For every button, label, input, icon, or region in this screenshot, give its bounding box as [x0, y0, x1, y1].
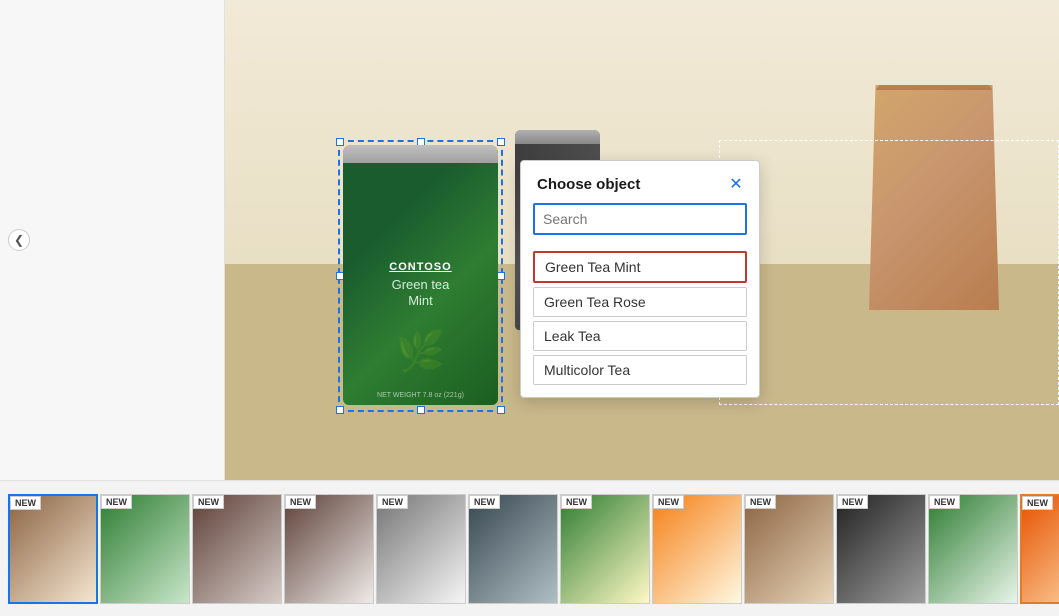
- new-badge-3: NEW: [285, 495, 316, 509]
- dialog-item-list: Green Tea Mint Green Tea Rose Leak Tea Mult…: [521, 243, 759, 397]
- handle-bm[interactable]: [417, 406, 425, 414]
- dialog-search-wrap: [521, 203, 759, 243]
- new-badge-10: NEW: [929, 495, 960, 509]
- new-badge-4: NEW: [377, 495, 408, 509]
- bag-body: [869, 60, 999, 310]
- dialog-title: Choose object: [537, 176, 640, 193]
- thumb-bg-5: [469, 495, 557, 603]
- thumb-bg-0: [10, 496, 96, 602]
- thumb-bg-9: [837, 495, 925, 603]
- dialog-item-2[interactable]: Leak Tea: [533, 321, 747, 351]
- new-badge-6: NEW: [561, 495, 592, 509]
- thumbnail-11[interactable]: NEW: [1020, 494, 1059, 604]
- new-badge-9: NEW: [837, 495, 868, 509]
- handle-br[interactable]: [497, 406, 505, 414]
- thumb-bg-6: [561, 495, 649, 603]
- thumbnail-0[interactable]: NEW: [8, 494, 98, 604]
- nav-arrow-left[interactable]: ❮: [8, 229, 30, 251]
- new-badge-2: NEW: [193, 495, 224, 509]
- can-body: Contoso Green teaMint 🌿 NET WEIGHT 7.8 o…: [343, 145, 498, 405]
- green-tea-can[interactable]: Contoso Green teaMint 🌿 NET WEIGHT 7.8 o…: [343, 145, 498, 405]
- thumb-bg-2: [193, 495, 281, 603]
- thumbnail-3[interactable]: NEW: [284, 494, 374, 604]
- thumb-bg-4: [377, 495, 465, 603]
- thumbnail-8[interactable]: NEW: [744, 494, 834, 604]
- main-area: ❮: [0, 0, 1059, 480]
- thumb-bg-7: [653, 495, 741, 603]
- can-brand: Contoso: [389, 261, 451, 273]
- thumbnail-4[interactable]: NEW: [376, 494, 466, 604]
- handle-bl[interactable]: [336, 406, 344, 414]
- dialog-header: Choose object ✕: [521, 161, 759, 203]
- dialog-close-button[interactable]: ✕: [725, 173, 747, 195]
- new-badge-7: NEW: [653, 495, 684, 509]
- thumbnail-1[interactable]: NEW: [100, 494, 190, 604]
- new-badge-0: NEW: [10, 496, 41, 510]
- can-weight: NET WEIGHT 7.8 oz (221g): [377, 392, 464, 399]
- second-can-lid: [515, 130, 600, 144]
- thumbnail-strip: NEW NEW NEW NEW NEW NEW NEW NEW NEW NEW NEW NEW: [0, 480, 1059, 616]
- new-badge-5: NEW: [469, 495, 500, 509]
- thumb-bg-10: [929, 495, 1017, 603]
- left-panel: [0, 0, 225, 480]
- thumbnail-10[interactable]: NEW: [928, 494, 1018, 604]
- handle-mr[interactable]: [497, 272, 505, 280]
- search-input[interactable]: [533, 203, 747, 235]
- scene-background: Contoso Green teaMint 🌿 NET WEIGHT 7.8 o…: [225, 0, 1059, 480]
- thumbnail-2[interactable]: NEW: [192, 494, 282, 604]
- dialog-item-0[interactable]: Green Tea Mint: [533, 251, 747, 283]
- bag-top: [876, 60, 993, 90]
- thumb-bg-8: [745, 495, 833, 603]
- left-arrow-icon: ❮: [14, 233, 24, 247]
- thumbnail-6[interactable]: NEW: [560, 494, 650, 604]
- paper-bag: [869, 60, 999, 310]
- thumbnail-9[interactable]: NEW: [836, 494, 926, 604]
- can-lid: [343, 145, 498, 163]
- dialog-item-3[interactable]: Multicolor Tea: [533, 355, 747, 385]
- thumb-bg-11: [1022, 496, 1059, 602]
- thumbnail-5[interactable]: NEW: [468, 494, 558, 604]
- thumb-bg-3: [285, 495, 373, 603]
- can-product: Green teaMint: [392, 277, 450, 308]
- dialog-item-1[interactable]: Green Tea Rose: [533, 287, 747, 317]
- scene-area: Contoso Green teaMint 🌿 NET WEIGHT 7.8 o…: [225, 0, 1059, 480]
- choose-object-dialog: Choose object ✕ Green Tea MintGreen Tea …: [520, 160, 760, 398]
- new-badge-1: NEW: [101, 495, 132, 509]
- can-leaves-decoration: 🌿: [396, 328, 446, 375]
- handle-tr[interactable]: [497, 138, 505, 146]
- new-badge-8: NEW: [745, 495, 776, 509]
- thumb-bg-1: [101, 495, 189, 603]
- thumbnail-7[interactable]: NEW: [652, 494, 742, 604]
- new-badge-11: NEW: [1022, 496, 1053, 510]
